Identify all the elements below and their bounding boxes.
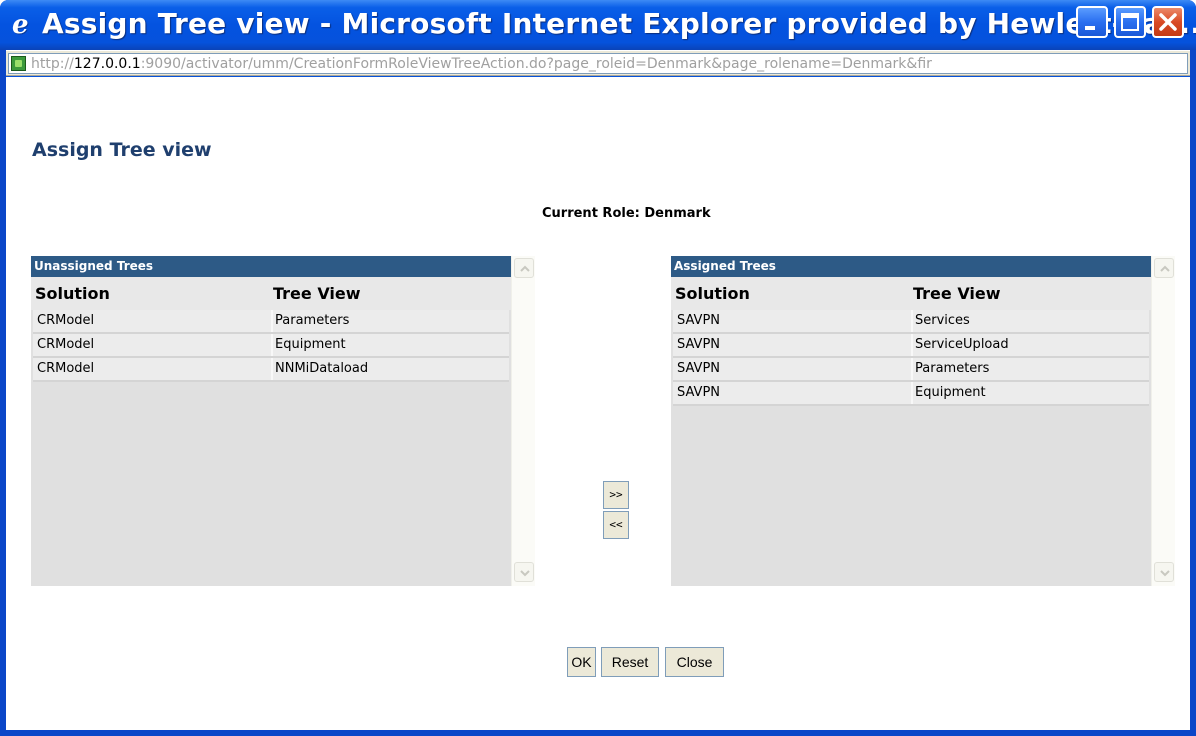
close-button[interactable]: Close	[665, 647, 724, 677]
chevron-down-icon	[1160, 570, 1170, 577]
cell-tree-view: NNMiDataload	[275, 361, 369, 376]
assigned-trees-header: Assigned Trees	[671, 256, 1151, 277]
address-url: http://127.0.0.1:9090/activator/umm/Crea…	[31, 56, 932, 72]
assigned-scrollbar[interactable]	[1151, 256, 1175, 586]
cell-tree-view: Equipment	[275, 337, 346, 352]
table-row[interactable]: SAVPN ServiceUpload	[673, 334, 1149, 358]
chevron-up-icon	[520, 265, 530, 272]
title-bar[interactable]: e Assign Tree view - Microsoft Internet …	[0, 0, 1196, 50]
cell-tree-view: Parameters	[275, 313, 350, 328]
cell-divider	[271, 334, 273, 356]
maximize-button[interactable]	[1114, 6, 1146, 38]
cell-solution: SAVPN	[677, 313, 721, 328]
close-window-button[interactable]	[1152, 6, 1184, 38]
cell-tree-view: ServiceUpload	[915, 337, 1009, 352]
page-title: Assign Tree view	[32, 139, 212, 161]
maximize-icon	[1121, 13, 1139, 31]
unassigned-trees-header: Unassigned Trees	[31, 256, 511, 277]
scroll-up-button[interactable]	[514, 258, 534, 278]
unassign-tree-button[interactable]: <<	[603, 511, 629, 539]
minimize-icon	[1085, 26, 1095, 30]
column-header-solution: Solution	[675, 284, 750, 303]
chevron-down-icon	[520, 570, 530, 577]
minimize-button[interactable]	[1076, 6, 1108, 38]
table-row[interactable]: CRModel Equipment	[33, 334, 509, 358]
column-header-solution: Solution	[35, 284, 110, 303]
table-row[interactable]: SAVPN Equipment	[673, 382, 1149, 406]
unassigned-column-headers: Solution Tree View	[31, 277, 511, 310]
cell-solution: SAVPN	[677, 385, 721, 400]
address-bar: http://127.0.0.1:9090/activator/umm/Crea…	[6, 50, 1190, 76]
column-header-tree-view: Tree View	[273, 284, 361, 303]
ok-button[interactable]: OK	[567, 647, 596, 677]
close-icon	[1159, 13, 1177, 31]
table-row[interactable]: CRModel NNMiDataload	[33, 358, 509, 382]
assign-tree-button[interactable]: >>	[603, 481, 629, 509]
cell-tree-view: Services	[915, 313, 970, 328]
assigned-column-headers: Solution Tree View	[671, 277, 1151, 310]
cell-solution: CRModel	[37, 361, 95, 376]
unassigned-scrollbar[interactable]	[511, 256, 535, 586]
assigned-trees-panel: Assigned Trees Solution Tree View SAVPN …	[671, 256, 1175, 586]
cell-solution: SAVPN	[677, 337, 721, 352]
chevron-up-icon	[1160, 265, 1170, 272]
ie-icon: e	[12, 10, 29, 40]
cell-divider	[911, 334, 913, 356]
cell-divider	[911, 358, 913, 380]
unassigned-rows: CRModel Parameters CRModel Equipment CRM…	[31, 310, 511, 382]
window-title: Assign Tree view - Microsoft Internet Ex…	[42, 7, 1196, 40]
page-icon	[11, 56, 26, 71]
assigned-rows: SAVPN Services SAVPN ServiceUpload SAVPN…	[671, 310, 1151, 406]
table-row[interactable]: CRModel Parameters	[33, 310, 509, 334]
table-row[interactable]: SAVPN Services	[673, 310, 1149, 334]
cell-tree-view: Parameters	[915, 361, 990, 376]
address-field[interactable]: http://127.0.0.1:9090/activator/umm/Crea…	[8, 53, 1188, 74]
cell-divider	[911, 382, 913, 404]
current-role-label: Current Role: Denmark	[542, 206, 711, 221]
reset-button[interactable]: Reset	[601, 647, 659, 677]
cell-divider	[911, 310, 913, 332]
cell-solution: CRModel	[37, 313, 95, 328]
page-content: Assign Tree view Current Role: Denmark U…	[6, 77, 1190, 730]
scroll-down-button[interactable]	[1154, 562, 1174, 582]
unassigned-trees-panel: Unassigned Trees Solution Tree View CRMo…	[31, 256, 535, 586]
table-row[interactable]: SAVPN Parameters	[673, 358, 1149, 382]
cell-tree-view: Equipment	[915, 385, 986, 400]
cell-divider	[271, 358, 273, 380]
scroll-down-button[interactable]	[514, 562, 534, 582]
cell-solution: CRModel	[37, 337, 95, 352]
cell-divider	[271, 310, 273, 332]
cell-solution: SAVPN	[677, 361, 721, 376]
scroll-up-button[interactable]	[1154, 258, 1174, 278]
column-header-tree-view: Tree View	[913, 284, 1001, 303]
